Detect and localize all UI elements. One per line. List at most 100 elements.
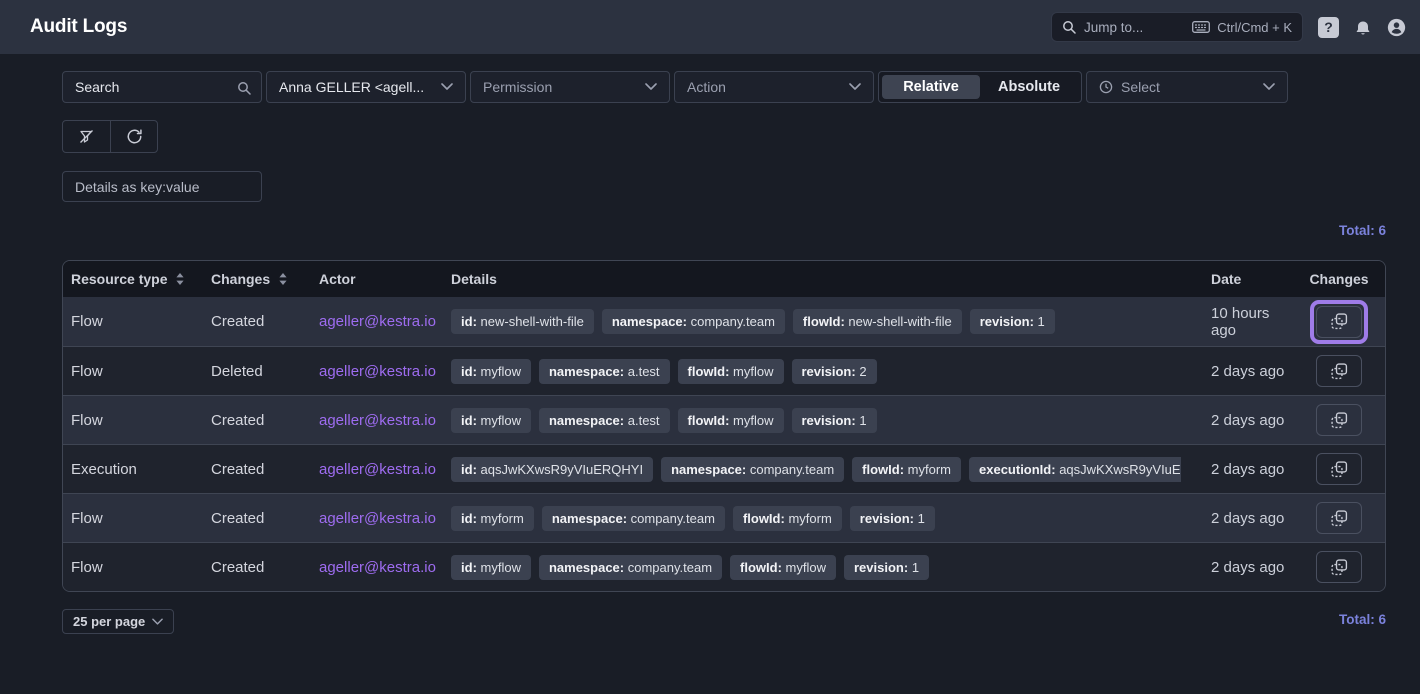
date-cell: 10 hours ago (1181, 305, 1293, 339)
absolute-toggle[interactable]: Absolute (980, 75, 1078, 99)
table-row[interactable]: Flow Created ageller@kestra.io idnew-she… (63, 297, 1385, 346)
time-mode-toggle: Relative Absolute (878, 71, 1082, 103)
actor-link[interactable]: ageller@kestra.io (319, 313, 436, 330)
change-cell: Created (211, 313, 319, 330)
changes-action-header: Changes (1293, 271, 1385, 287)
date-cell: 2 days ago (1181, 559, 1293, 576)
actor-link[interactable]: ageller@kestra.io (319, 412, 436, 429)
actor-link[interactable]: ageller@kestra.io (319, 559, 436, 576)
detail-badge: namespacecompany.team (661, 457, 844, 482)
detail-badge: namespacea.test (539, 359, 670, 384)
chevron-down-icon (849, 83, 861, 91)
jump-to-placeholder: Jump to... (1084, 20, 1184, 35)
clear-filters-button[interactable] (63, 121, 110, 152)
table-row[interactable]: Flow Created ageller@kestra.io idmyflow … (63, 542, 1385, 591)
change-cell: Deleted (211, 363, 319, 380)
search-filter (62, 71, 262, 103)
sort-icon[interactable] (278, 273, 288, 285)
help-button[interactable]: ? (1318, 17, 1339, 38)
user-filter-select[interactable]: Anna GELLER <agell... (266, 71, 466, 103)
detail-badge: flowIdnew-shell-with-file (793, 309, 962, 334)
details-input[interactable] (62, 171, 262, 202)
chevron-down-icon (152, 618, 163, 626)
keyboard-icon (1192, 21, 1210, 33)
table-header: Resource type Changes Actor Details Date… (63, 261, 1385, 297)
date-header: Date (1181, 271, 1293, 287)
diff-icon (1331, 313, 1348, 330)
change-cell: Created (211, 461, 319, 478)
actor-link[interactable]: ageller@kestra.io (319, 461, 436, 478)
details-badges: idaqsJwKXwsR9yVIuERQHYI namespacecompany… (451, 457, 1181, 482)
date-cell: 2 days ago (1181, 412, 1293, 429)
detail-badge: flowIdmyflow (678, 408, 784, 433)
shortcut-hint: Ctrl/Cmd + K (1192, 20, 1292, 35)
sort-icon[interactable] (175, 273, 185, 285)
changes-diff-button[interactable] (1316, 502, 1362, 534)
per-page-select[interactable]: 25 per page (62, 609, 174, 634)
relative-toggle[interactable]: Relative (882, 75, 980, 99)
actor-header: Actor (319, 271, 451, 287)
filter-off-icon (79, 129, 94, 144)
details-badges: idmyform namespacecompany.team flowIdmyf… (451, 506, 1181, 531)
date-cell: 2 days ago (1181, 510, 1293, 527)
search-input[interactable] (63, 72, 261, 102)
changes-diff-button[interactable] (1316, 306, 1362, 338)
total-count-top: Total: 6 (1339, 223, 1386, 238)
chevron-down-icon (645, 83, 657, 91)
resource-type-cell: Execution (71, 461, 211, 478)
detail-badge: idmyflow (451, 555, 531, 580)
shortcut-text: Ctrl/Cmd + K (1217, 20, 1292, 35)
jump-to-search[interactable]: Jump to... Ctrl/Cmd + K (1051, 12, 1303, 42)
per-page-value: 25 per page (73, 614, 145, 629)
actor-link[interactable]: ageller@kestra.io (319, 510, 436, 527)
detail-badge: revision1 (850, 506, 935, 531)
table-row[interactable]: Flow Created ageller@kestra.io idmyflow … (63, 395, 1385, 444)
change-cell: Created (211, 412, 319, 429)
detail-badge: revision1 (844, 555, 929, 580)
help-icon: ? (1324, 19, 1333, 35)
refresh-button[interactable] (110, 121, 157, 152)
actor-link[interactable]: ageller@kestra.io (319, 363, 436, 380)
detail-badge: flowIdmyform (852, 457, 961, 482)
resource-type-cell: Flow (71, 363, 211, 380)
resource-type-cell: Flow (71, 559, 211, 576)
detail-badge: namespacecompany.team (539, 555, 722, 580)
changes-diff-button[interactable] (1316, 551, 1362, 583)
time-range-select[interactable]: Select (1086, 71, 1288, 103)
clock-icon (1099, 80, 1113, 94)
detail-badge: idnew-shell-with-file (451, 309, 594, 334)
detail-badge: idaqsJwKXwsR9yVIuERQHYI (451, 457, 653, 482)
changes-diff-button[interactable] (1316, 404, 1362, 436)
search-icon (1062, 20, 1076, 34)
notifications-button[interactable] (1354, 20, 1372, 35)
detail-badge: revision2 (792, 359, 877, 384)
permission-filter-select[interactable]: Permission (470, 71, 670, 103)
table-row[interactable]: Execution Created ageller@kestra.io idaq… (63, 444, 1385, 493)
changes-diff-button[interactable] (1316, 453, 1362, 485)
diff-icon (1331, 510, 1348, 527)
total-count-bottom: Total: 6 (1339, 612, 1386, 627)
date-cell: 2 days ago (1181, 363, 1293, 380)
change-cell: Created (211, 559, 319, 576)
changes-diff-button[interactable] (1316, 355, 1362, 387)
detail-badge: flowIdmyform (733, 506, 842, 531)
diff-icon (1331, 363, 1348, 380)
search-icon (237, 81, 251, 95)
action-filter-select[interactable]: Action (674, 71, 874, 103)
details-filter (62, 171, 262, 202)
diff-icon (1331, 412, 1348, 429)
user-menu-button[interactable] (1387, 18, 1406, 37)
resource-type-header[interactable]: Resource type (71, 271, 211, 287)
details-badges: idmyflow namespacea.test flowIdmyflow re… (451, 359, 1181, 384)
resource-type-cell: Flow (71, 313, 211, 330)
detail-badge: namespacecompany.team (542, 506, 725, 531)
table-row[interactable]: Flow Deleted ageller@kestra.io idmyflow … (63, 346, 1385, 395)
table-row[interactable]: Flow Created ageller@kestra.io idmyform … (63, 493, 1385, 542)
chevron-down-icon (1263, 83, 1275, 91)
changes-header[interactable]: Changes (211, 271, 319, 287)
detail-badge: namespacecompany.team (602, 309, 785, 334)
bell-icon (1354, 20, 1372, 35)
details-header: Details (451, 271, 1181, 287)
permission-filter-label: Permission (483, 79, 637, 95)
user-filter-value: Anna GELLER <agell... (279, 79, 433, 95)
